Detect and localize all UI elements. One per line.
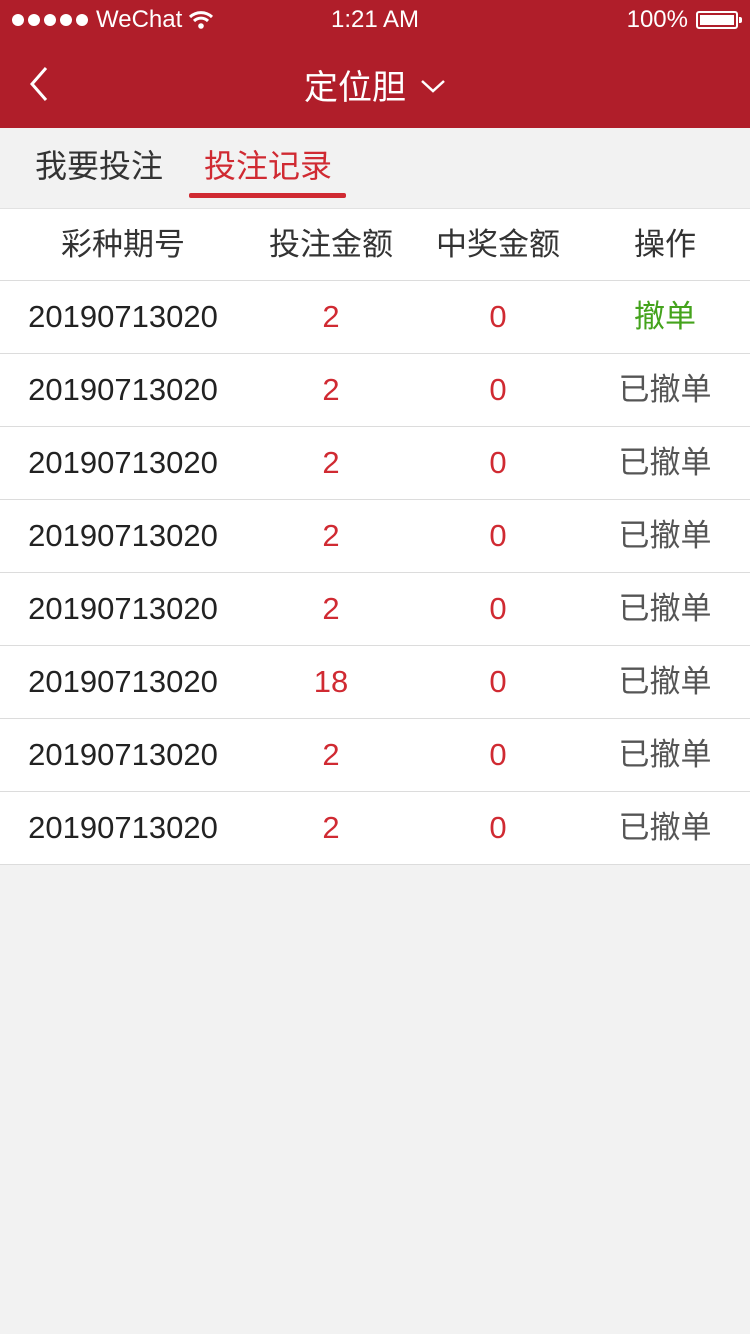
win-amount-cell: 0 — [489, 737, 507, 772]
win-amount-cell: 0 — [489, 299, 507, 334]
table-row: 20190713020 2 0 已撤单 — [0, 573, 750, 646]
bet-amount-cell: 2 — [322, 810, 340, 845]
win-amount-cell: 0 — [489, 591, 507, 626]
battery-icon — [696, 11, 742, 29]
period-cell: 20190713020 — [28, 591, 218, 626]
cancelled-status: 已撤单 — [618, 810, 712, 845]
period-cell: 20190713020 — [28, 518, 218, 553]
page-title: 定位胆 — [304, 68, 406, 107]
table-header-row: 彩种期号 投注金额 中奖金额 操作 — [0, 209, 750, 281]
table-row: 20190713020 2 0 撤单 — [0, 281, 750, 354]
header-period: 彩种期号 — [61, 227, 185, 262]
bet-amount-cell: 2 — [322, 299, 340, 334]
tab-bar: 我要投注 投注记录 — [0, 128, 750, 209]
bet-amount-cell: 18 — [313, 664, 349, 699]
tab-place-bet[interactable]: 我要投注 — [35, 128, 163, 208]
bet-amount-cell: 2 — [322, 518, 340, 553]
lottery-type-selector[interactable]: 定位胆 — [0, 40, 750, 128]
status-bar: WeChat 1:21 AM 100% — [0, 0, 750, 40]
period-cell: 20190713020 — [28, 737, 218, 772]
status-right: 100% — [626, 0, 742, 40]
nav-bar: 定位胆 — [0, 40, 750, 128]
cancelled-status: 已撤单 — [618, 591, 712, 626]
period-cell: 20190713020 — [28, 372, 218, 407]
cancel-order-button[interactable]: 撤单 — [580, 281, 750, 353]
bet-amount-cell: 2 — [322, 737, 340, 772]
table-row: 20190713020 2 0 已撤单 — [0, 792, 750, 865]
app-header: WeChat 1:21 AM 100% 定位胆 — [0, 0, 750, 128]
cancelled-status: 已撤单 — [618, 664, 712, 699]
win-amount-cell: 0 — [489, 372, 507, 407]
win-amount-cell: 0 — [489, 810, 507, 845]
table-row: 20190713020 2 0 已撤单 — [0, 427, 750, 500]
period-cell: 20190713020 — [28, 445, 218, 480]
bet-amount-cell: 2 — [322, 591, 340, 626]
battery-percent: 100% — [626, 6, 688, 33]
win-amount-cell: 0 — [489, 664, 507, 699]
cancelled-status: 已撤单 — [618, 518, 712, 553]
period-cell: 20190713020 — [28, 299, 218, 334]
win-amount-cell: 0 — [489, 445, 507, 480]
period-cell: 20190713020 — [28, 810, 218, 845]
table-row: 20190713020 2 0 已撤单 — [0, 354, 750, 427]
cancelled-status: 已撤单 — [618, 372, 712, 407]
cancelled-status: 已撤单 — [618, 445, 712, 480]
chevron-down-icon — [421, 80, 445, 93]
header-win-amount: 中奖金额 — [436, 227, 560, 262]
period-cell: 20190713020 — [28, 664, 218, 699]
table-row: 20190713020 2 0 已撤单 — [0, 500, 750, 573]
cancelled-status: 已撤单 — [618, 737, 712, 772]
bet-amount-cell: 2 — [322, 445, 340, 480]
active-tab-indicator — [189, 193, 346, 198]
table-row: 20190713020 18 0 已撤单 — [0, 646, 750, 719]
bet-amount-cell: 2 — [322, 372, 340, 407]
header-bet-amount: 投注金额 — [269, 227, 393, 262]
table-row: 20190713020 2 0 已撤单 — [0, 719, 750, 792]
win-amount-cell: 0 — [489, 518, 507, 553]
bet-records-table: 彩种期号 投注金额 中奖金额 操作 20190713020 2 0 撤单 201… — [0, 209, 750, 865]
header-action: 操作 — [634, 227, 696, 262]
